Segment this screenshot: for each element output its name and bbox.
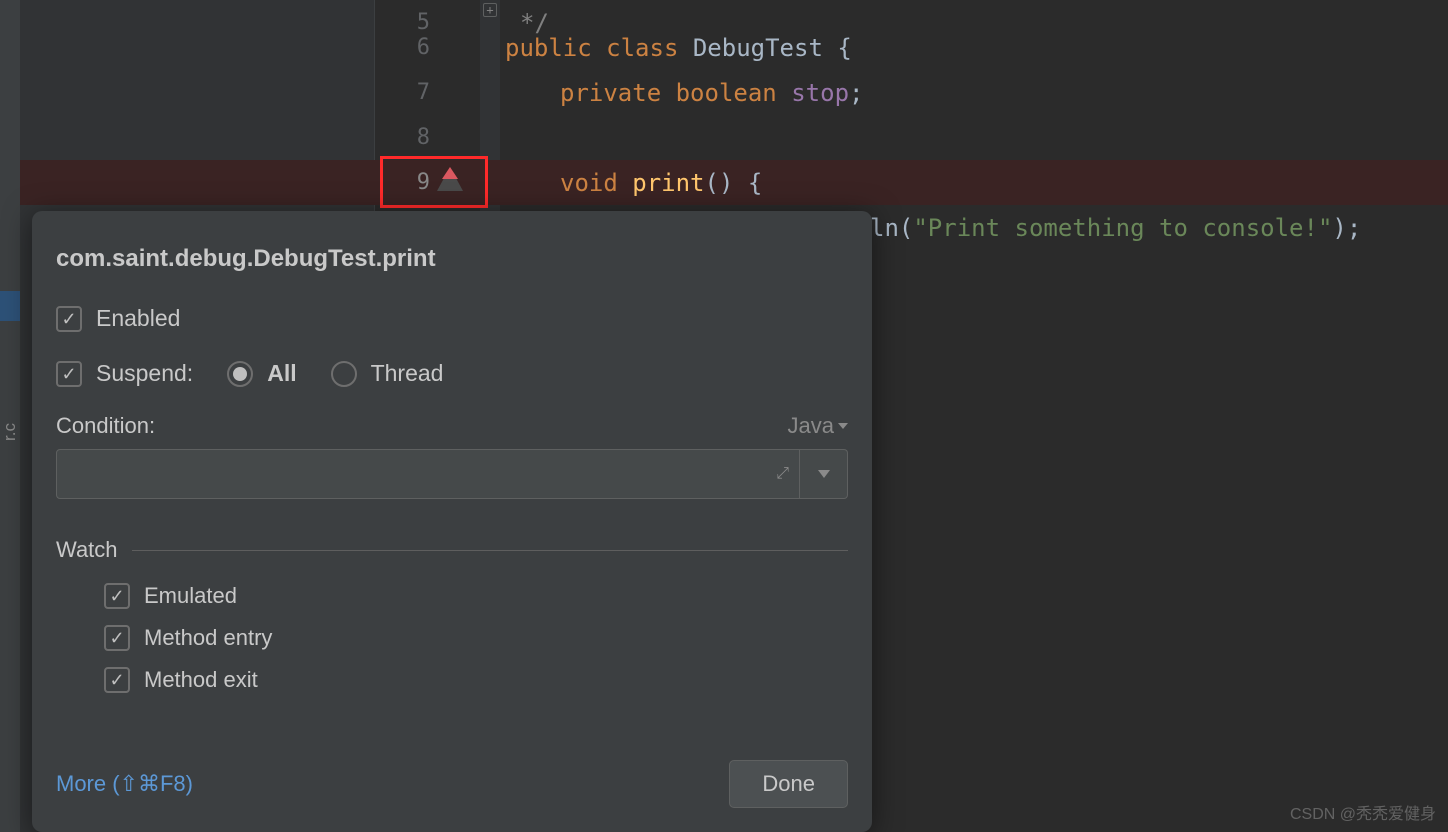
condition-group: Condition: Java ⤢ bbox=[32, 401, 872, 499]
code-text: ln("Print something to console!"); bbox=[870, 214, 1361, 242]
suspend-thread-radio[interactable] bbox=[331, 361, 357, 387]
watermark: CSDN @秃秃爱健身 bbox=[1290, 800, 1436, 824]
breakpoint-highlight-box bbox=[380, 156, 488, 208]
done-button[interactable]: Done bbox=[729, 760, 848, 808]
line-number: 6 bbox=[400, 35, 430, 60]
suspend-row: Suspend: All Thread bbox=[32, 346, 872, 401]
enabled-checkbox[interactable] bbox=[56, 306, 82, 332]
line-number: 7 bbox=[400, 80, 430, 105]
method-exit-row: Method exit bbox=[104, 659, 848, 701]
code-line-9: 9 void print() { bbox=[20, 160, 1448, 205]
more-link[interactable]: More (⇧⌘F8) bbox=[56, 771, 193, 797]
watch-label: Watch bbox=[56, 537, 118, 563]
method-exit-checkbox[interactable] bbox=[104, 667, 130, 693]
popup-title: com.saint.debug.DebugTest.print bbox=[32, 239, 872, 291]
chevron-down-icon bbox=[818, 470, 830, 478]
condition-history-dropdown[interactable] bbox=[800, 449, 848, 499]
enabled-label: Enabled bbox=[96, 305, 180, 332]
project-sidebar: r.c bbox=[0, 0, 20, 832]
method-entry-label: Method entry bbox=[144, 625, 272, 651]
suspend-all-label: All bbox=[267, 360, 296, 387]
code-line-8: 8 bbox=[20, 115, 1448, 160]
language-dropdown[interactable]: Java bbox=[788, 413, 848, 439]
chevron-down-icon bbox=[838, 423, 848, 429]
enabled-row: Enabled bbox=[32, 291, 872, 346]
line-number: 8 bbox=[400, 125, 430, 150]
suspend-all-radio[interactable] bbox=[227, 361, 253, 387]
emulated-label: Emulated bbox=[144, 583, 237, 609]
condition-input[interactable]: ⤢ bbox=[56, 449, 800, 499]
code-text: private boolean stop; bbox=[560, 79, 863, 107]
watch-section: Watch Emulated Method entry Method exit bbox=[32, 499, 872, 701]
method-entry-row: Method entry bbox=[104, 617, 848, 659]
sidebar-truncated: r.c bbox=[0, 423, 20, 441]
expand-icon[interactable]: ⤢ bbox=[776, 465, 789, 483]
suspend-checkbox[interactable] bbox=[56, 361, 82, 387]
condition-label: Condition: bbox=[56, 413, 155, 439]
suspend-label: Suspend: bbox=[96, 360, 193, 387]
code-line-7: 7 private boolean stop; bbox=[20, 70, 1448, 115]
method-entry-checkbox[interactable] bbox=[104, 625, 130, 651]
code-text: public class DebugTest { bbox=[505, 34, 852, 62]
emulated-row: Emulated bbox=[104, 575, 848, 617]
breakpoint-config-popup: com.saint.debug.DebugTest.print Enabled … bbox=[32, 211, 872, 832]
emulated-checkbox[interactable] bbox=[104, 583, 130, 609]
sidebar-selection bbox=[0, 291, 20, 321]
method-exit-label: Method exit bbox=[144, 667, 258, 693]
suspend-thread-label: Thread bbox=[371, 360, 444, 387]
code-line-6: 6 public class DebugTest { bbox=[20, 25, 1448, 70]
separator bbox=[132, 550, 848, 551]
fold-close-icon[interactable] bbox=[483, 3, 497, 17]
popup-footer: More (⇧⌘F8) Done bbox=[56, 760, 848, 808]
code-text: void print() { bbox=[560, 169, 762, 197]
